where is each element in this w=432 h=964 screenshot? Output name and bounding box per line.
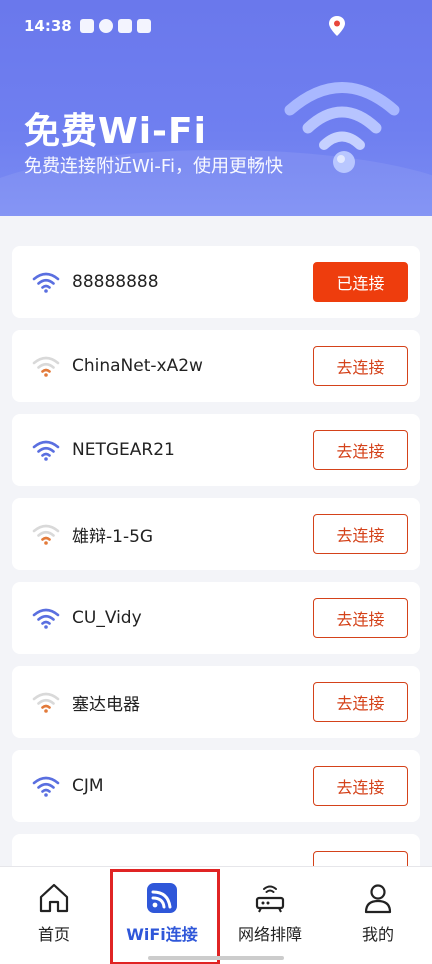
connected-button[interactable]: 已连接 <box>313 262 408 302</box>
tab-label: 我的 <box>361 925 394 944</box>
router-icon <box>255 885 285 913</box>
tab-wifi-connect[interactable]: WiFi连接 <box>108 867 220 964</box>
wifi-network-name: ChinaNet-xA2w <box>72 356 203 376</box>
status-notification-icons <box>79 19 151 33</box>
tab-network-troubleshoot[interactable]: 网络排障 <box>216 867 324 964</box>
tab-label: 网络排障 <box>237 925 302 944</box>
wifi-network-name: CU_Vidy <box>72 608 142 628</box>
connect-button[interactable]: 去连接 <box>313 346 408 386</box>
wifi-network-name: CJM <box>72 776 104 796</box>
wifi-network-row[interactable]: 塞达电器 去连接 <box>12 666 420 738</box>
tab-me[interactable]: 我的 <box>324 867 432 964</box>
status-time: 14:38 <box>24 17 72 35</box>
wifi-network-row[interactable]: 雄辩-1-5G 去连接 <box>12 498 420 570</box>
connect-button[interactable]: 去连接 <box>313 430 408 470</box>
status-bar: 14:38 <box>0 0 432 52</box>
tab-home[interactable]: 首页 <box>0 867 108 964</box>
wifi-illustration-icon <box>284 82 400 173</box>
header-banner: 14:38 免费Wi-Fi 免费连接附近Wi-Fi，使用更畅快 <box>0 0 432 216</box>
tiktok-notification-icon <box>136 19 151 33</box>
wifi-signal-weak-icon <box>32 524 60 545</box>
tab-label: WiFi连接 <box>126 925 198 944</box>
wifi-network-row[interactable]: 88888888 已连接 <box>12 246 420 318</box>
app-notification-icon <box>117 19 132 33</box>
wifi-network-name: 雄辩-1-5G <box>72 526 154 547</box>
connect-button[interactable]: 去连接 <box>313 682 408 722</box>
wifi-signal-icon <box>32 440 60 461</box>
connect-button[interactable]: 去连接 <box>313 766 408 806</box>
wifi-network-name: 88888888 <box>72 272 159 292</box>
page-title: 免费Wi-Fi <box>24 111 207 152</box>
connect-button[interactable]: 去连接 <box>313 514 408 554</box>
home-indicator[interactable] <box>148 956 284 960</box>
app-notification-icon <box>79 19 94 33</box>
bottom-tab-bar: 首页 WiFi连接 网络排障 我的 <box>0 866 432 964</box>
wifi-signal-weak-icon <box>32 692 60 713</box>
connect-button[interactable]: 去连接 <box>313 598 408 638</box>
wifi-signal-weak-icon <box>32 356 60 377</box>
wifi-signal-icon <box>32 608 60 629</box>
wifi-network-name: 塞达电器 <box>72 694 140 715</box>
wifi-signal-icon <box>32 776 60 797</box>
user-icon <box>364 884 392 914</box>
page-subtitle: 免费连接附近Wi-Fi，使用更畅快 <box>24 156 283 177</box>
location-icon <box>329 16 345 36</box>
wifi-network-row[interactable]: CJM 去连接 <box>12 750 420 822</box>
wifi-network-row[interactable]: CU_Vidy 去连接 <box>12 582 420 654</box>
wifi-icon <box>147 883 177 913</box>
wifi-network-row[interactable]: NETGEAR21 去连接 <box>12 414 420 486</box>
tab-label: 首页 <box>37 925 70 944</box>
wifi-network-list: 88888888 已连接 ChinaNet-xA2w 去连接 NETGEAR21… <box>12 246 420 834</box>
wifi-network-row[interactable]: ChinaNet-xA2w 去连接 <box>12 330 420 402</box>
app-notification-icon <box>98 19 113 33</box>
home-icon <box>39 883 69 913</box>
wifi-signal-icon <box>32 272 60 293</box>
wifi-network-name: NETGEAR21 <box>72 440 175 460</box>
